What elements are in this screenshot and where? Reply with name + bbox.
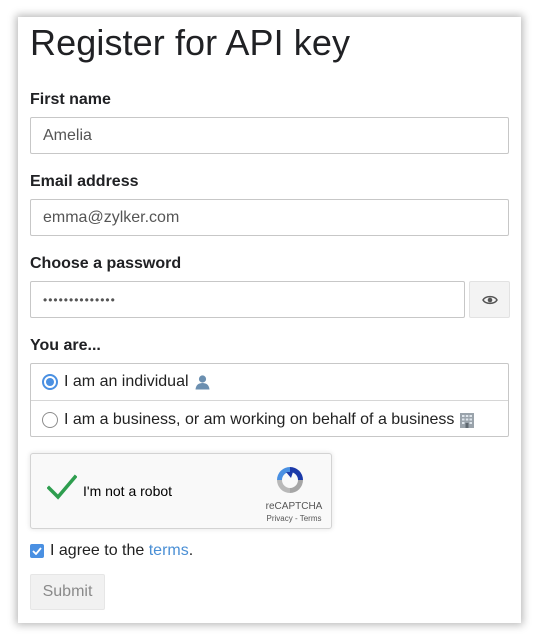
agree-text: I agree to the xyxy=(50,542,149,559)
agree-suffix: . xyxy=(188,542,194,559)
you-are-label: You are... xyxy=(30,337,101,354)
eye-icon xyxy=(481,295,498,304)
terms-agreement: I agree to the terms. xyxy=(30,542,193,560)
first-name-field[interactable] xyxy=(30,117,509,154)
email-field[interactable] xyxy=(30,199,509,236)
business-option-label: I am a business, or am working on behalf… xyxy=(64,410,455,428)
captcha-label: I'm not a robot xyxy=(83,483,173,499)
show-password-button[interactable] xyxy=(469,281,510,318)
first-name-input[interactable] xyxy=(43,126,508,145)
terms-link[interactable]: terms xyxy=(149,542,189,560)
recaptcha-logo-icon xyxy=(277,467,303,493)
first-name-label: First name xyxy=(30,91,111,108)
recaptcha-brand: reCAPTCHA xyxy=(265,501,323,512)
page-title: Register for API key xyxy=(30,22,351,63)
submit-button[interactable]: Submit xyxy=(30,574,105,610)
email-label: Email address xyxy=(30,173,139,190)
person-icon xyxy=(195,375,210,390)
password-label: Choose a password xyxy=(30,255,182,272)
recaptcha-widget: I'm not a robot reCAPTCHA Privacy - Term… xyxy=(30,453,332,529)
account-type-radio-group: I am an individual I am a business, or a… xyxy=(30,363,509,437)
business-radio[interactable] xyxy=(42,411,58,428)
agree-checkbox[interactable] xyxy=(30,544,44,558)
password-input[interactable] xyxy=(43,292,464,307)
checkmark-icon xyxy=(32,547,42,555)
individual-radio[interactable] xyxy=(42,374,58,390)
password-field[interactable] xyxy=(30,281,465,318)
radio-option-individual[interactable]: I am an individual xyxy=(31,364,508,401)
office-building-icon xyxy=(460,412,475,428)
email-input[interactable] xyxy=(43,208,508,227)
radio-option-business[interactable]: I am a business, or am working on behalf… xyxy=(31,401,508,438)
recaptcha-privacy-terms[interactable]: Privacy - Terms xyxy=(257,514,331,523)
captcha-checkmark-icon[interactable] xyxy=(47,474,77,500)
individual-option-label: I am an individual xyxy=(64,373,189,390)
